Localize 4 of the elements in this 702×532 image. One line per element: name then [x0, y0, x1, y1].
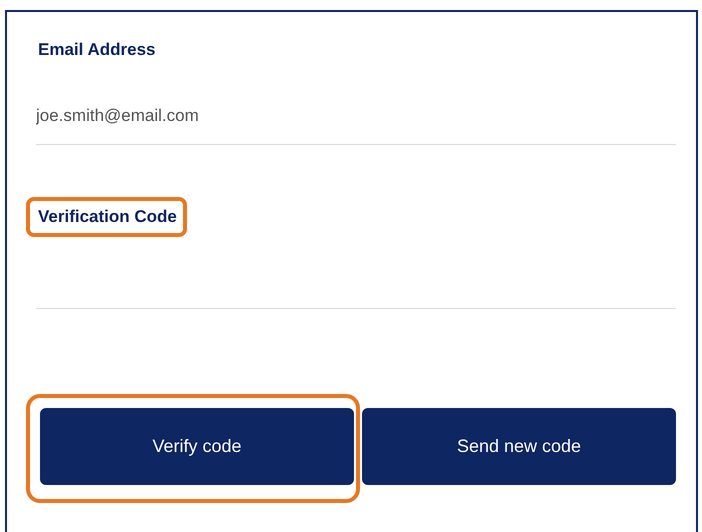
action-button[interactable]: Verify code: [40, 408, 354, 485]
action-button[interactable]: Send new code: [362, 408, 676, 485]
field-label: Verification Code: [38, 207, 177, 226]
field-label: Email Address: [38, 40, 156, 59]
